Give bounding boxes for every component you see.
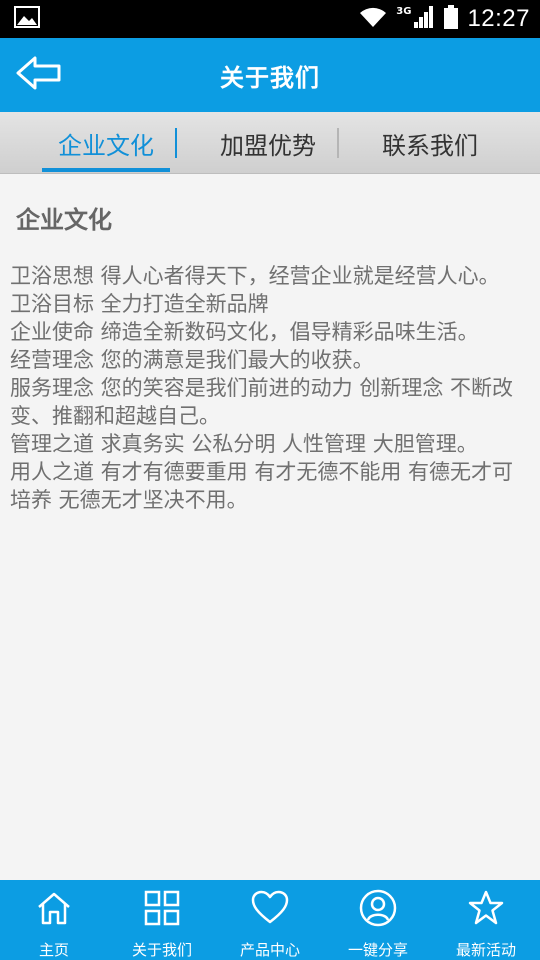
culture-text: 卫浴思想 得人心者得天下，经营企业就是经营人心。 卫浴目标 全力打造全新品牌 企… <box>10 262 534 514</box>
tab-divider <box>175 128 177 158</box>
section-title: 企业文化 <box>16 206 112 234</box>
tab-franchise-advantages[interactable]: 加盟优势 <box>200 112 336 174</box>
paragraph: 服务理念 您的笑容是我们前进的动力 创新理念 不断改变、推翻和超越自己。 <box>10 376 514 428</box>
bottom-nav: 主页 关于我们 产品中心 一键分享 最新活动 <box>0 880 540 960</box>
wifi-icon <box>358 5 388 33</box>
heart-icon <box>250 888 290 927</box>
nav-item-latest-activities[interactable]: 最新活动 <box>432 880 540 960</box>
nav-item-home[interactable]: 主页 <box>0 880 108 960</box>
tab-corporate-culture[interactable]: 企业文化 <box>42 112 170 174</box>
paragraph: 用人之道 有才有德要重用 有才无德不能用 有德无才可培养 无德无才坚决不用。 <box>10 460 514 512</box>
nav-item-share[interactable]: 一键分享 <box>324 880 432 960</box>
paragraph: 卫浴思想 得人心者得天下，经营企业就是经营人心。 <box>10 264 500 288</box>
paragraph: 卫浴目标 全力打造全新品牌 <box>10 292 269 316</box>
status-time: 12:27 <box>467 5 530 32</box>
nav-label: 最新活动 <box>455 941 516 959</box>
signal-icon <box>413 5 435 33</box>
active-tab-indicator <box>42 168 170 172</box>
status-bar: 3G 12:27 <box>0 0 540 38</box>
header: 关于我们 <box>0 38 540 112</box>
nav-label: 产品中心 <box>239 941 300 959</box>
back-button[interactable] <box>12 52 66 98</box>
star-icon <box>466 888 506 927</box>
nav-label: 主页 <box>38 941 69 959</box>
nav-label: 关于我们 <box>131 941 192 959</box>
tab-divider <box>337 128 339 158</box>
paragraph: 经营理念 您的满意是我们最大的收获。 <box>10 348 374 372</box>
tab-contact-us[interactable]: 联系我们 <box>362 112 498 174</box>
network-type: 3G <box>396 5 412 17</box>
tab-bar: 企业文化 加盟优势 联系我们 <box>0 112 540 174</box>
home-icon <box>34 888 74 927</box>
nav-label: 一键分享 <box>347 941 408 959</box>
nav-item-about-us[interactable]: 关于我们 <box>108 880 216 960</box>
nav-item-products[interactable]: 产品中心 <box>216 880 324 960</box>
battery-icon <box>443 4 459 34</box>
page-title: 关于我们 <box>220 63 320 92</box>
paragraph: 管理之道 求真务实 公私分明 人性管理 大胆管理。 <box>10 432 478 456</box>
back-arrow-icon <box>15 55 63 95</box>
image-icon <box>14 6 40 32</box>
grid-icon <box>142 888 182 927</box>
user-circle-icon <box>358 888 398 927</box>
paragraph: 企业使命 缔造全新数码文化，倡导精彩品味生活。 <box>10 320 479 344</box>
content-area: 企业文化 卫浴思想 得人心者得天下，经营企业就是经营人心。 卫浴目标 全力打造全… <box>0 174 540 880</box>
